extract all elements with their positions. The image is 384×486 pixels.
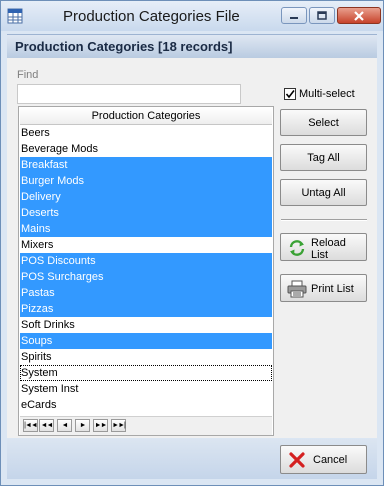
record-navigator: |◄◄ ◄◄ ◄ ► ►► ►►| bbox=[20, 416, 272, 435]
list-item[interactable]: Pastas bbox=[20, 285, 272, 301]
list-item[interactable]: Soups bbox=[20, 333, 272, 349]
list-item[interactable]: Beers bbox=[20, 125, 272, 141]
list-item[interactable]: POS Surcharges bbox=[20, 269, 272, 285]
select-button-label: Select bbox=[308, 117, 339, 129]
list-item[interactable]: Beverage Mods bbox=[20, 141, 272, 157]
next-record-button[interactable]: ► bbox=[75, 419, 90, 432]
multi-select-checkbox[interactable]: Multi-select bbox=[284, 86, 355, 102]
cancel-button-label: Cancel bbox=[313, 454, 348, 466]
find-input[interactable] bbox=[17, 84, 241, 104]
list-item[interactable]: eCards bbox=[20, 397, 272, 413]
categories-list[interactable]: Production Categories Beers Beverage Mods… bbox=[18, 106, 274, 436]
list-item[interactable]: Mixers bbox=[20, 237, 272, 253]
window-title: Production Categories File bbox=[63, 8, 240, 25]
reload-label-line2: List bbox=[311, 249, 329, 261]
reload-list-button[interactable]: Reload List bbox=[280, 233, 367, 261]
list-item[interactable]: Pizzas bbox=[20, 301, 272, 317]
next-page-button[interactable]: ►► bbox=[93, 419, 108, 432]
checkbox-box[interactable] bbox=[284, 88, 296, 100]
records-header-title: Production Categories [18 records] bbox=[15, 39, 233, 54]
red-x-icon bbox=[289, 452, 305, 468]
print-list-label: Print List bbox=[311, 283, 354, 295]
maximize-icon bbox=[310, 8, 334, 23]
first-record-button[interactable]: |◄◄ bbox=[23, 419, 38, 432]
checkmark-icon bbox=[285, 90, 295, 99]
maximize-button[interactable] bbox=[309, 7, 335, 24]
reload-list-label: Reload List bbox=[311, 237, 346, 261]
dialog-footer: Cancel bbox=[7, 439, 377, 479]
cancel-button[interactable]: Cancel bbox=[280, 445, 367, 474]
minimize-icon bbox=[282, 8, 306, 23]
button-divider bbox=[281, 219, 367, 221]
records-header: Production Categories [18 records] bbox=[7, 34, 377, 58]
app-window: Production Categories File Production Ca… bbox=[0, 0, 384, 486]
tag-all-button[interactable]: Tag All bbox=[280, 144, 367, 171]
close-button[interactable] bbox=[337, 7, 381, 24]
list-item[interactable]: POS Discounts bbox=[20, 253, 272, 269]
tag-all-button-label: Tag All bbox=[307, 152, 340, 164]
select-button[interactable]: Select bbox=[280, 109, 367, 136]
print-list-button[interactable]: Print List bbox=[280, 274, 367, 302]
list-item[interactable]: Delivery bbox=[20, 189, 272, 205]
list-item[interactable]: System Inst bbox=[20, 381, 272, 397]
multi-select-label: Multi-select bbox=[299, 88, 355, 100]
list-item[interactable]: Spirits bbox=[20, 349, 272, 365]
untag-all-button-label: Untag All bbox=[301, 187, 346, 199]
minimize-button[interactable] bbox=[281, 7, 307, 24]
last-record-button[interactable]: ►►| bbox=[111, 419, 126, 432]
list-rows: Beers Beverage Mods Breakfast Burger Mods De… bbox=[20, 125, 272, 413]
list-item[interactable]: Soft Drinks bbox=[20, 317, 272, 333]
list-item[interactable]: Breakfast bbox=[20, 157, 272, 173]
find-label: Find bbox=[17, 69, 39, 81]
reload-label-line1: Reload bbox=[311, 237, 346, 249]
prev-page-button[interactable]: ◄◄ bbox=[39, 419, 54, 432]
reload-icon bbox=[287, 239, 307, 257]
untag-all-button[interactable]: Untag All bbox=[280, 179, 367, 206]
list-item[interactable]: Mains bbox=[20, 221, 272, 237]
list-item[interactable]: Burger Mods bbox=[20, 173, 272, 189]
list-item[interactable]: System bbox=[20, 365, 272, 381]
title-bar: Production Categories File bbox=[1, 1, 383, 31]
list-item[interactable]: Deserts bbox=[20, 205, 272, 221]
prev-record-button[interactable]: ◄ bbox=[57, 419, 72, 432]
close-icon bbox=[338, 8, 380, 23]
list-column-header[interactable]: Production Categories bbox=[20, 108, 272, 125]
grid-app-icon bbox=[7, 8, 23, 24]
main-panel: Find Multi-select Production Categories … bbox=[7, 58, 377, 438]
printer-icon bbox=[287, 280, 307, 298]
